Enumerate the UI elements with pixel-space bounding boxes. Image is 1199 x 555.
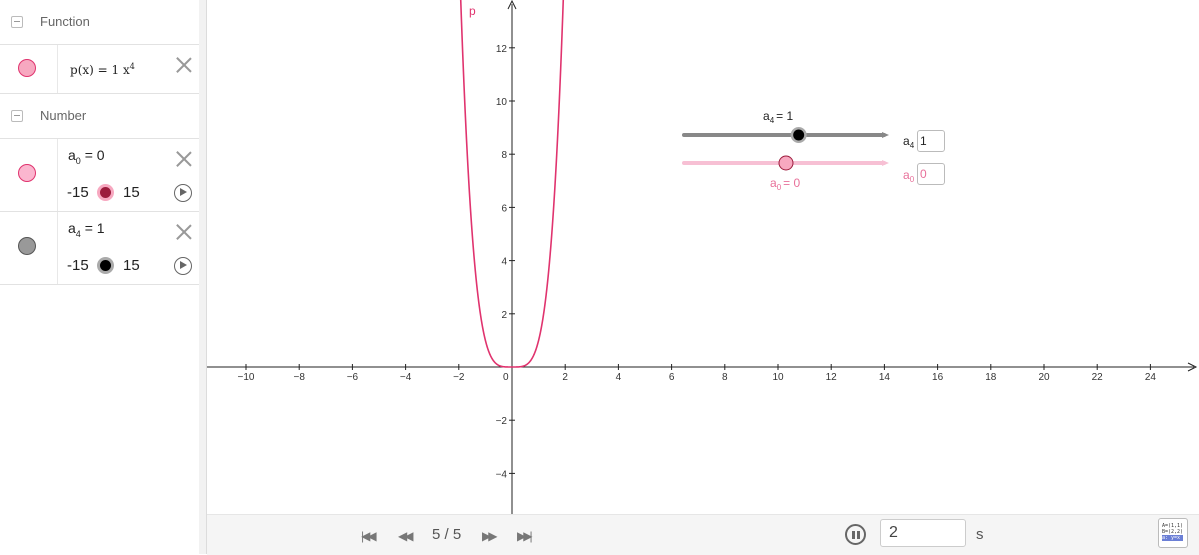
function-arg: x bbox=[82, 63, 90, 77]
function-definition[interactable]: p(x) = 1 x4 bbox=[70, 62, 135, 77]
slider-knob-inner bbox=[100, 260, 111, 271]
algebra-panel: Function p(x) = 1 x4 Number a0 = 0 -15 1… bbox=[0, 0, 200, 554]
function-power: 4 bbox=[129, 62, 135, 71]
function-row[interactable]: p(x) = 1 x4 bbox=[0, 45, 199, 94]
first-step-icon[interactable]: |◀◀ bbox=[361, 529, 376, 543]
var-sub: 0 bbox=[75, 155, 81, 166]
slider-a4-arrow bbox=[882, 132, 889, 138]
var-name: a bbox=[68, 220, 76, 236]
slider-knob[interactable] bbox=[97, 184, 114, 201]
slider-min: -15 bbox=[67, 257, 89, 274]
var-value: 1 bbox=[96, 220, 105, 236]
slider-knob[interactable] bbox=[97, 257, 114, 274]
function-name: p bbox=[70, 63, 78, 77]
play-icon[interactable] bbox=[174, 257, 192, 275]
y-tick-label: 10 bbox=[496, 97, 508, 108]
slider-knob-inner bbox=[100, 187, 111, 198]
y-tick-label: −2 bbox=[496, 416, 508, 427]
slider-a0-knob[interactable] bbox=[778, 155, 794, 171]
function-header-label: Function bbox=[40, 14, 90, 29]
playback-bar: |◀◀ ◀◀ 5 / 5 ▶▶ ▶▶| bbox=[207, 514, 1199, 555]
slider-definition[interactable]: a4 = 1 bbox=[68, 220, 105, 239]
visibility-toggle-icon[interactable] bbox=[18, 237, 36, 255]
slider-marker-cell bbox=[0, 139, 58, 211]
x-tick-label: 8 bbox=[722, 372, 728, 383]
y-tick-label: 12 bbox=[496, 44, 508, 55]
collapse-icon[interactable] bbox=[11, 110, 23, 122]
previous-step-icon[interactable]: ◀◀ bbox=[398, 529, 414, 543]
slider-a0-arrow bbox=[882, 160, 889, 166]
x-tick-label: 0 bbox=[503, 372, 509, 383]
function-var: x bbox=[123, 63, 130, 77]
play-icon[interactable] bbox=[174, 184, 192, 202]
input-box-a4[interactable]: 1 bbox=[917, 130, 945, 152]
visibility-toggle-icon[interactable] bbox=[18, 164, 36, 182]
x-tick-label: 16 bbox=[932, 372, 944, 383]
last-step-icon[interactable]: ▶▶| bbox=[517, 529, 532, 543]
slider-definition[interactable]: a0 = 0 bbox=[68, 147, 105, 166]
x-tick-label: 6 bbox=[669, 372, 675, 383]
step-time-input[interactable]: 2 bbox=[880, 519, 966, 547]
x-tick-label: −6 bbox=[347, 372, 359, 383]
x-tick-label: 2 bbox=[562, 372, 568, 383]
y-tick-label: 6 bbox=[501, 203, 507, 214]
delete-icon[interactable] bbox=[176, 57, 192, 73]
y-tick-label: −4 bbox=[496, 469, 508, 480]
input-box-a0[interactable]: 0 bbox=[917, 163, 945, 185]
x-tick-label: 4 bbox=[616, 372, 622, 383]
var-sub: 4 bbox=[75, 228, 81, 239]
graph-slider-a4[interactable]: a4 = 1 bbox=[682, 109, 889, 143]
slider-a4-knob[interactable] bbox=[793, 129, 805, 141]
next-step-icon[interactable]: ▶▶ bbox=[482, 529, 498, 543]
slider-row-a4[interactable]: a4 = 1 -15 15 bbox=[0, 212, 199, 285]
x-tick-label: −8 bbox=[293, 372, 305, 383]
x-tick-label: 10 bbox=[772, 372, 784, 383]
var-name: a bbox=[68, 147, 76, 163]
x-tick-label: −4 bbox=[400, 372, 412, 383]
panel-divider[interactable] bbox=[199, 0, 207, 554]
slider-a0-caption: a0 = 0 bbox=[770, 176, 800, 192]
x-tick-label: 12 bbox=[826, 372, 838, 383]
algebra-view-icon-text: A=(1,1) B=(2,2) a: y=x bbox=[1162, 523, 1184, 541]
step-unit: s bbox=[976, 526, 984, 543]
slider-max: 15 bbox=[123, 257, 140, 274]
page-indicator: 5 / 5 bbox=[432, 526, 462, 543]
function-coef: 1 bbox=[111, 63, 120, 77]
x-tick-label: 24 bbox=[1145, 372, 1157, 383]
y-tick-label: 2 bbox=[501, 310, 507, 321]
y-tick-label: 8 bbox=[501, 150, 507, 161]
x-tick-label: −2 bbox=[453, 372, 465, 383]
input-a0-label: a0 bbox=[903, 168, 915, 184]
x-tick-label: 18 bbox=[985, 372, 997, 383]
slider-row-a0[interactable]: a0 = 0 -15 15 bbox=[0, 139, 199, 212]
x-tick-label: 22 bbox=[1092, 372, 1104, 383]
x-tick-label: −10 bbox=[238, 372, 255, 383]
var-value: 0 bbox=[96, 147, 105, 163]
visibility-toggle-icon[interactable] bbox=[18, 59, 36, 77]
x-tick-label: 20 bbox=[1038, 372, 1050, 383]
y-tick-label: 4 bbox=[501, 257, 507, 268]
collapse-icon[interactable] bbox=[11, 16, 23, 28]
input-a4-label: a4 bbox=[903, 134, 915, 150]
function-section-header[interactable]: Function bbox=[0, 0, 199, 45]
curve-label[interactable]: p bbox=[469, 4, 476, 18]
algebra-view-icon[interactable]: A=(1,1) B=(2,2) a: y=x bbox=[1158, 518, 1188, 548]
icon-line: a: y=x bbox=[1162, 535, 1184, 541]
function-marker-cell bbox=[0, 45, 58, 93]
slider-max: 15 bbox=[123, 184, 140, 201]
slider-a4-caption: a4 = 1 bbox=[763, 109, 793, 125]
graphics-view[interactable]: −10 −8 −6 −4 −2 0 2 4 6 8 10 12 14 16 18 20 22 24 1210864… bbox=[207, 0, 1199, 514]
graph-slider-a0[interactable]: a0 = 0 bbox=[682, 155, 889, 192]
slider-min: -15 bbox=[67, 184, 89, 201]
axes: −10 −8 −6 −4 −2 0 2 4 6 8 10 12 14 16 18 20 22 24 1210864… bbox=[207, 0, 1198, 514]
delete-icon[interactable] bbox=[176, 151, 192, 167]
x-tick-label: 14 bbox=[879, 372, 891, 383]
number-section-header[interactable]: Number bbox=[0, 94, 199, 139]
number-header-label: Number bbox=[40, 108, 87, 123]
delete-icon[interactable] bbox=[176, 224, 192, 240]
pause-icon[interactable] bbox=[845, 524, 866, 545]
slider-marker-cell bbox=[0, 212, 58, 284]
